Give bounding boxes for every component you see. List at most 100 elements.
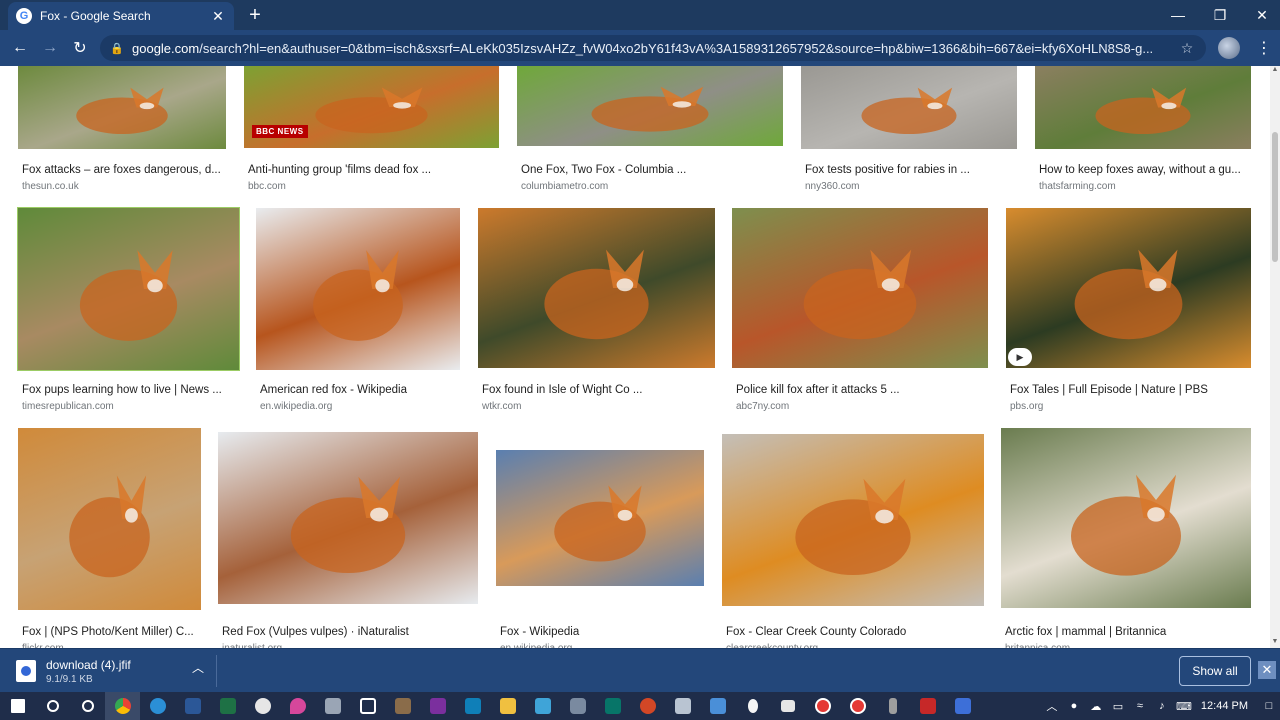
excel-icon[interactable] [210,692,245,720]
result-caption[interactable]: Fox found in Isle of Wight Co ... [482,384,719,396]
app-icon[interactable] [315,692,350,720]
windows-start-icon[interactable] [0,692,35,720]
image-result-card[interactable]: Fox attacks – are foxes dangerous, d... t… [18,66,230,646]
app-icon[interactable] [525,692,560,720]
edge-icon[interactable] [140,692,175,720]
download-item[interactable]: download (4).jfif 9.1/9.1 KB ︿ [8,653,214,689]
reload-icon[interactable]: ↻ [68,36,92,60]
browser-tab[interactable]: G Fox - Google Search ✕ [8,2,234,30]
result-thumbnail[interactable] [801,66,1017,149]
page-scrollbar[interactable]: ▲ ▼ [1270,66,1280,648]
image-result-card[interactable]: Fox - Clear Creek County Coloradoclearcr… [722,66,988,648]
app-icon[interactable] [280,692,315,720]
profile-avatar[interactable] [1218,37,1240,59]
chrome-icon[interactable] [105,692,140,720]
microphone-icon[interactable]: ● [1063,700,1085,712]
result-caption[interactable]: Arctic fox | mammal | Britannica [1005,626,1255,638]
image-result-card[interactable]: One Fox, Two Fox - Columbia ... columbiam… [517,66,787,646]
clock[interactable]: 12:44 PM [1195,700,1258,712]
download-bar-close-icon[interactable]: ✕ [1258,661,1276,679]
image-result-card[interactable]: Fox tests positive for rabies in ... nny3… [801,66,1021,646]
result-caption[interactable]: Fox tests positive for rabies in ... [805,164,1021,176]
tab-close-icon[interactable]: ✕ [210,8,226,25]
folder-icon[interactable] [490,692,525,720]
result-caption[interactable]: Fox | (NPS Photo/Kent Miller) C... [22,626,205,638]
maximize-button[interactable]: ❐ [1198,0,1242,30]
scroll-up-arrow-icon[interactable]: ▲ [1270,66,1280,76]
result-caption[interactable]: One Fox, Two Fox - Columbia ... [521,164,787,176]
app-icon[interactable] [945,692,980,720]
battery-icon[interactable]: ▭ [1107,700,1129,713]
volume-icon[interactable]: ♪ [1151,700,1173,712]
result-thumbnail[interactable] [496,450,704,586]
bookmark-star-icon[interactable]: ☆ [1178,40,1196,57]
image-result-card[interactable]: How to keep foxes away, without a gu... t… [1035,66,1255,646]
wifi-icon[interactable]: ≈ [1129,700,1151,712]
result-thumbnail[interactable] [1035,66,1251,149]
onenote-icon[interactable] [420,692,455,720]
lightbulb-icon[interactable] [735,692,770,720]
camera-icon[interactable] [560,692,595,720]
new-tab-button[interactable]: + [244,4,266,26]
result-caption[interactable]: Fox - Wikipedia [500,626,708,638]
record-icon[interactable] [840,692,875,720]
result-thumbnail[interactable] [1001,428,1251,608]
result-thumbnail[interactable] [517,66,783,146]
minimize-button[interactable]: — [1156,0,1200,30]
result-caption[interactable]: Anti-hunting group 'films dead fox ... [248,164,503,176]
scroll-down-arrow-icon[interactable]: ▼ [1270,638,1280,648]
result-thumbnail[interactable]: ▶ [1006,208,1251,368]
image-result-card[interactable]: Police kill fox after it attacks 5 ... ab… [732,66,992,646]
record-icon[interactable] [805,692,840,720]
image-result-card[interactable]: American red fox - Wikipedia en.wikipedia… [256,66,464,646]
chevron-up-icon[interactable]: ︿ [192,659,204,676]
back-arrow-icon[interactable]: ← [8,36,32,60]
app-icon[interactable] [245,692,280,720]
powerpoint-icon[interactable] [630,692,665,720]
dropbox-icon[interactable] [770,692,805,720]
result-thumbnail[interactable] [478,208,715,368]
window-close-button[interactable]: ✕ [1240,0,1280,30]
result-thumbnail[interactable] [18,66,226,149]
result-thumbnail[interactable] [17,207,240,371]
result-caption[interactable]: Fox pups learning how to live | News ... [22,384,243,396]
image-result-card[interactable]: Arctic fox | mammal | Britannicabritanni… [1001,66,1255,648]
result-thumbnail[interactable] [732,208,988,368]
result-thumbnail[interactable]: BBC NEWS [244,66,499,148]
result-caption[interactable]: Fox attacks – are foxes dangerous, d... [22,164,230,176]
address-bar[interactable]: 🔒 google.com/search?hl=en&authuser=0&tbm… [100,35,1206,61]
image-result-card[interactable]: Fox pups learning how to live | News ...… [17,66,243,646]
app-icon[interactable] [350,692,385,720]
result-thumbnail[interactable] [218,432,478,604]
word-icon[interactable] [175,692,210,720]
result-thumbnail[interactable] [18,428,201,610]
result-caption[interactable]: Fox Tales | Full Episode | Nature | PBS [1010,384,1255,396]
scrollbar-thumb[interactable] [1272,132,1278,262]
publisher-icon[interactable] [595,692,630,720]
result-thumbnail[interactable] [256,208,460,370]
search-icon[interactable] [35,692,70,720]
result-caption[interactable]: Fox - Clear Creek County Colorado [726,626,988,638]
image-result-card[interactable]: BBC NEWS Anti-hunting group 'films dead f… [244,66,503,646]
notifications-icon[interactable]: □ [1258,700,1280,712]
image-result-card[interactable]: ▶ Fox Tales | Full Episode | Nature | PBS… [1006,66,1255,646]
image-result-card[interactable]: Fox | (NPS Photo/Kent Miller) C...flickr… [18,66,205,648]
chevron-up-icon[interactable]: ︿ [1041,698,1063,714]
image-result-card[interactable]: Fox - Wikipediaen.wikipedia.org [496,66,708,648]
app-icon[interactable] [875,692,910,720]
result-caption[interactable]: How to keep foxes away, without a gu... [1039,164,1255,176]
calendar-icon[interactable] [700,692,735,720]
result-caption[interactable]: Police kill fox after it attacks 5 ... [736,384,992,396]
task-view-icon[interactable] [70,692,105,720]
result-caption[interactable]: Red Fox (Vulpes vulpes) · iNaturalist [222,626,482,638]
result-caption[interactable]: American red fox - Wikipedia [260,384,464,396]
result-thumbnail[interactable] [722,434,984,606]
acrobat-icon[interactable] [910,692,945,720]
image-result-card[interactable]: Fox found in Isle of Wight Co ... wtkr.co… [478,66,719,646]
show-all-button[interactable]: Show all [1179,656,1251,686]
browser-menu-icon[interactable]: ⋮ [1254,36,1274,60]
forward-arrow-icon[interactable]: → [38,36,62,60]
image-result-card[interactable]: Red Fox (Vulpes vulpes) · iNaturalistina… [218,66,482,648]
app-icon[interactable] [455,692,490,720]
cloud-icon[interactable]: ☁ [1085,700,1107,713]
